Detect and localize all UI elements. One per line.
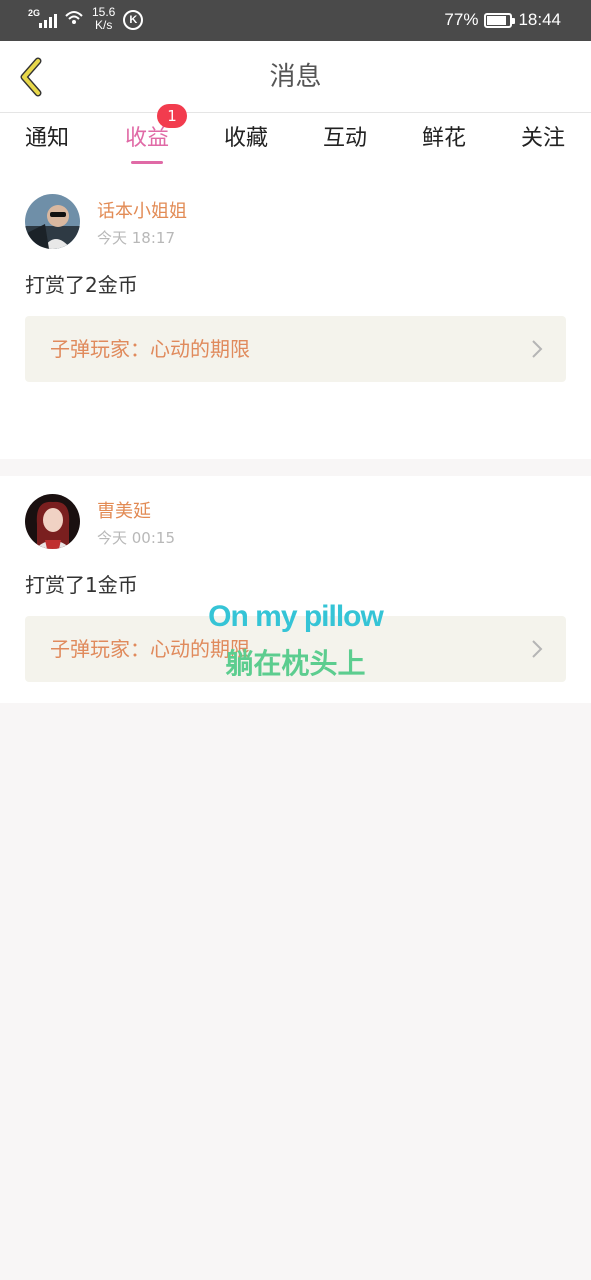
message-text: 打赏了2金币 xyxy=(25,273,138,297)
page-title: 消息 xyxy=(269,62,322,92)
tab-label: 关注 xyxy=(520,126,565,151)
tab-label: 收益 xyxy=(124,126,169,151)
tab-notifications[interactable]: 通知 xyxy=(7,113,87,176)
book-title: 子弹玩家：心动的期限 xyxy=(50,637,250,661)
chevron-right-icon xyxy=(532,340,543,358)
book-link[interactable]: 子弹玩家：心动的期限 xyxy=(25,616,566,682)
tab-earnings[interactable]: 收益 1 xyxy=(107,104,187,176)
message-card: 曺美延 今天 00:15 打赏了1金币 子弹玩家：心动的期限 xyxy=(0,476,591,703)
battery-icon xyxy=(484,12,516,28)
avatar[interactable] xyxy=(25,194,80,249)
username[interactable]: 曺美延 xyxy=(97,497,151,523)
tab-bar: 通知 收益 1 收藏 互动 鲜花 关注 xyxy=(0,104,591,176)
network-speed: 15.6 K/s xyxy=(92,5,116,32)
status-bar: 2G 15.6 K/s K 77% 18:44 xyxy=(0,0,591,41)
tab-favorites[interactable]: 收藏 xyxy=(206,113,286,176)
active-tab-indicator xyxy=(131,161,163,164)
tab-flowers[interactable]: 鲜花 xyxy=(404,113,484,176)
clock: 18:44 xyxy=(518,10,561,29)
tab-label: 互动 xyxy=(322,126,367,151)
nav-bar: 消息 xyxy=(0,41,591,113)
message-card: 话本小姐姐 今天 18:17 打赏了2金币 子弹玩家：心动的期限 xyxy=(0,176,591,459)
battery-percent: 77% xyxy=(444,10,479,29)
avatar[interactable] xyxy=(25,494,80,549)
timestamp: 今天 18:17 xyxy=(97,229,175,247)
username[interactable]: 话本小姐姐 xyxy=(97,197,187,223)
tab-interactions[interactable]: 互动 xyxy=(305,113,385,176)
tab-label: 鲜花 xyxy=(421,126,466,151)
tab-label: 收藏 xyxy=(223,126,268,151)
message-text: 打赏了1金币 xyxy=(25,573,138,597)
book-link[interactable]: 子弹玩家：心动的期限 xyxy=(25,316,566,382)
tab-follows[interactable]: 关注 xyxy=(503,113,583,176)
chevron-right-icon xyxy=(532,640,543,658)
timestamp: 今天 00:15 xyxy=(97,529,175,547)
signal-icon: 2G xyxy=(28,6,58,28)
wifi-icon xyxy=(65,11,83,24)
tab-label: 通知 xyxy=(24,126,69,151)
book-title: 子弹玩家：心动的期限 xyxy=(50,337,250,361)
k-app-icon: K xyxy=(123,10,144,30)
unread-badge: 1 xyxy=(157,104,187,128)
